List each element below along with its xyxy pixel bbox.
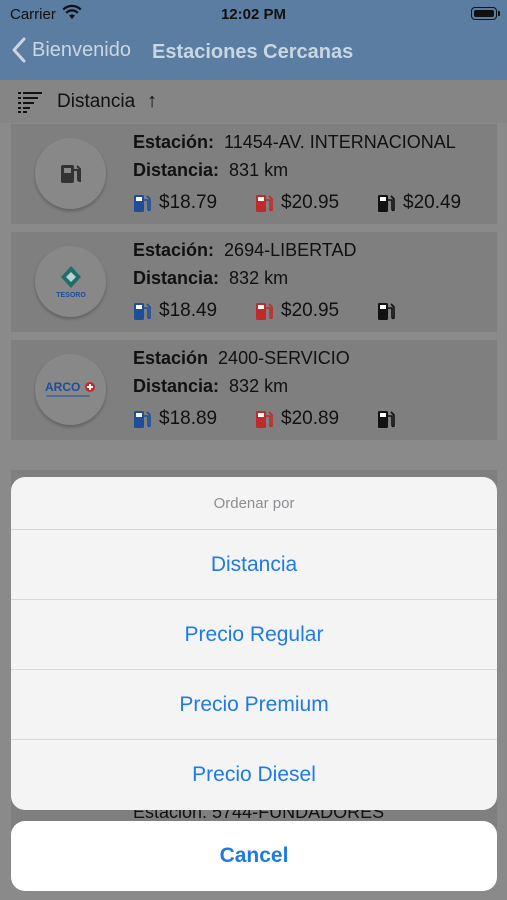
fuel-regular-icon bbox=[134, 303, 151, 320]
status-bar: Carrier 12:02 PM bbox=[0, 0, 507, 28]
station-name-row: Estación: 2694-LIBERTAD bbox=[133, 240, 357, 260]
tesoro-logo-text: TESORO bbox=[56, 292, 86, 299]
tesoro-logo: TESORO bbox=[35, 246, 106, 317]
fuel-diesel-icon bbox=[378, 411, 395, 428]
cancel-button[interactable]: Cancel bbox=[11, 821, 497, 891]
clock: 12:02 PM bbox=[220, 6, 287, 23]
sort-option-precio-regular[interactable]: Precio Regular bbox=[11, 600, 497, 670]
sort-action-sheet: Ordenar por Distancia Precio Regular Pre… bbox=[11, 477, 497, 810]
fuel-premium-icon bbox=[256, 303, 273, 320]
station-name-row: Estación: 11454-AV. INTERNACIONAL bbox=[133, 132, 456, 152]
fuel-premium-icon bbox=[256, 411, 273, 428]
fuel-regular-icon bbox=[134, 411, 151, 428]
arco-logo-text: ARCO bbox=[45, 380, 80, 394]
station-card[interactable]: Estación: 11454-AV. INTERNACIONAL Distan… bbox=[11, 124, 497, 224]
diesel-price bbox=[377, 301, 403, 321]
sort-bar[interactable]: Distancia ↑ bbox=[0, 80, 507, 123]
sort-list-icon bbox=[18, 91, 42, 113]
station-name-row: Estación 2400-SERVICIO bbox=[133, 348, 350, 368]
station-distance-row: Distancia: 832 km bbox=[133, 376, 289, 396]
page-title: Estaciones Cercanas bbox=[152, 41, 354, 63]
station-prices-row: $18.49 $20.95 bbox=[133, 300, 403, 322]
arco-logo: ARCO bbox=[35, 354, 106, 425]
station-card[interactable]: ARCO Estación 2400-SERVICIO Distancia: 8… bbox=[11, 340, 497, 440]
station-distance-row: Distancia: 832 km bbox=[133, 268, 289, 288]
premium-price: $20.95 bbox=[255, 192, 377, 214]
top-bar: Carrier 12:02 PM Bienvenido Estaciones C… bbox=[0, 0, 507, 80]
fuel-diesel-icon bbox=[378, 195, 395, 212]
sort-option-precio-premium[interactable]: Precio Premium bbox=[11, 670, 497, 740]
premium-price: $20.95 bbox=[255, 300, 377, 322]
battery-icon bbox=[471, 7, 500, 20]
regular-price: $18.49 bbox=[133, 300, 255, 322]
station-prices-row: $18.79 $20.95 $20.49 bbox=[133, 192, 461, 214]
sort-option-distancia[interactable]: Distancia bbox=[11, 530, 497, 600]
premium-price: $20.89 bbox=[255, 408, 377, 430]
station-prices-row: $18.89 $20.89 bbox=[133, 408, 403, 430]
regular-price: $18.89 bbox=[133, 408, 255, 430]
station-card[interactable]: TESORO Estación: 2694-LIBERTAD Distancia… bbox=[11, 232, 497, 332]
fuel-pump-icon bbox=[35, 138, 106, 209]
fuel-regular-icon bbox=[134, 195, 151, 212]
back-button[interactable]: Bienvenido bbox=[12, 37, 131, 63]
sort-direction-arrow[interactable]: ↑ bbox=[147, 90, 157, 113]
navigation-bar: Bienvenido Estaciones Cercanas bbox=[0, 34, 507, 72]
station-distance-row: Distancia: 831 km bbox=[133, 160, 289, 180]
chevron-left-icon bbox=[12, 37, 26, 63]
action-sheet-title: Ordenar por bbox=[11, 477, 497, 530]
sort-label: Distancia bbox=[57, 90, 136, 112]
back-label: Bienvenido bbox=[32, 38, 131, 61]
diesel-price bbox=[377, 409, 403, 429]
regular-price: $18.79 bbox=[133, 192, 255, 214]
fuel-premium-icon bbox=[256, 195, 273, 212]
sort-option-precio-diesel[interactable]: Precio Diesel bbox=[11, 740, 497, 810]
fuel-diesel-icon bbox=[378, 303, 395, 320]
diesel-price: $20.49 bbox=[377, 192, 461, 214]
